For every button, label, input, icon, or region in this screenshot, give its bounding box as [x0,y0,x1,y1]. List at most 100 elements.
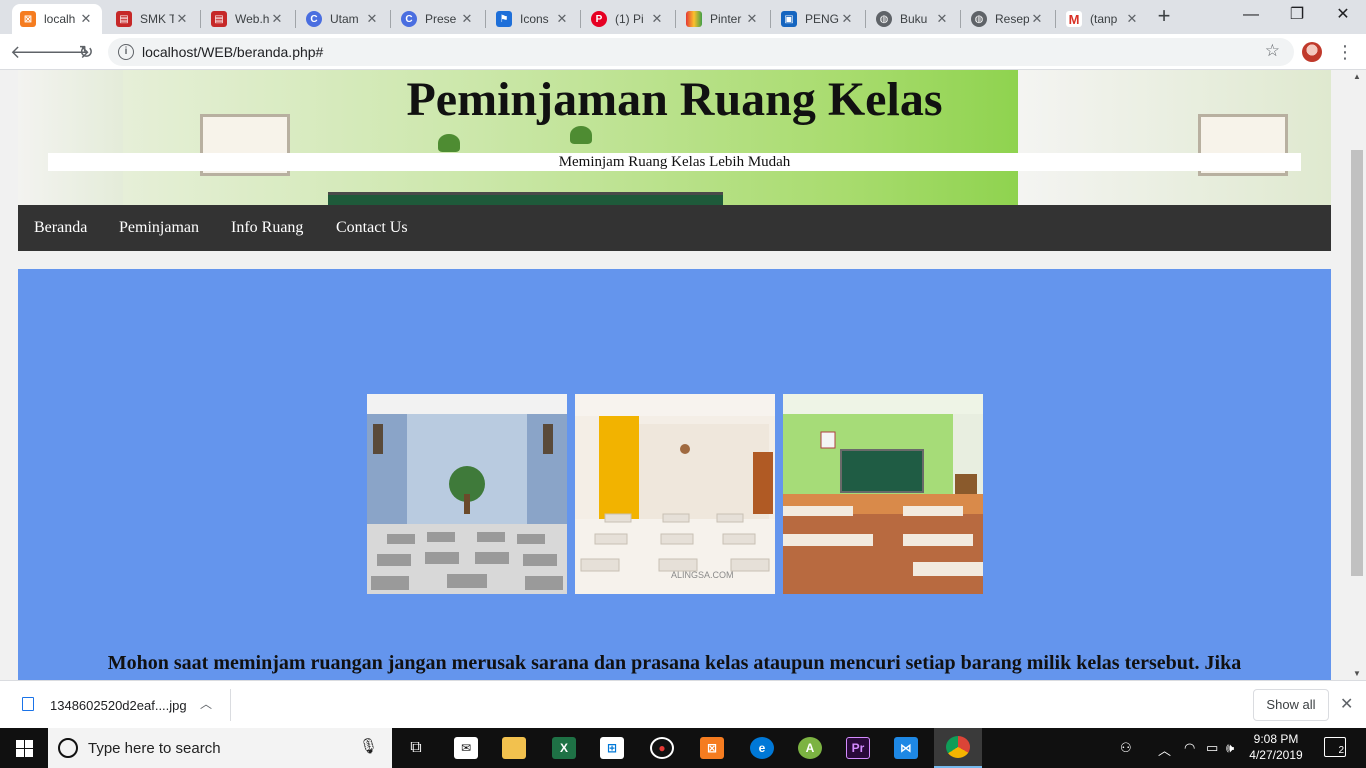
flag-favicon-icon: ⚑ [496,11,512,27]
close-tab-icon[interactable]: ✕ [78,11,94,27]
minimize-button[interactable]: — [1228,0,1274,30]
info-icon[interactable]: i [118,44,134,60]
chalkboard-image [328,192,723,205]
close-tab-icon[interactable]: ✕ [1029,11,1045,27]
chevron-up-icon[interactable]: ︿ [1158,740,1171,759]
tab-smk[interactable]: ▤ SMK T ✕ [108,4,198,34]
clock-time: 9:08 PM [1253,732,1299,746]
task-view-icon[interactable]: ⧉ [392,728,440,768]
chevron-up-icon[interactable]: ︿ [200,695,212,712]
tab-title: Resep [995,12,1029,26]
pinterest-favicon-icon: P [591,11,607,27]
tab-title: Utam [330,12,359,26]
close-tab-icon[interactable]: ✕ [934,11,950,27]
mail-icon[interactable]: ✉ [442,728,490,768]
tab-title: localh [44,12,76,26]
nav-peminjaman[interactable]: Peminjaman [119,205,199,251]
tab-web[interactable]: ▤ Web.h ✕ [203,4,293,34]
image-file-icon [22,697,34,711]
premiere-icon[interactable]: Pr [834,728,882,768]
close-tab-icon[interactable]: ✕ [744,11,760,27]
forward-button[interactable]: 🡒 [42,40,90,64]
close-tab-icon[interactable]: ✕ [649,11,665,27]
tab-title: (tanp [1090,12,1118,26]
close-window-button[interactable]: ✕ [1320,0,1366,30]
store-icon[interactable]: ⊞ [588,728,636,768]
tab-gmail[interactable]: M (tanp ✕ [1058,4,1148,34]
new-tab-button[interactable]: + [1152,4,1176,28]
close-tab-icon[interactable]: ✕ [554,11,570,27]
globe-favicon-icon: ◍ [876,11,892,27]
tab-title: (1) Pi [615,12,644,26]
close-icon[interactable]: ✕ [1340,694,1353,714]
vscode-icon[interactable]: ⋈ [882,728,930,768]
tab-utama[interactable]: C Utam ✕ [298,4,388,34]
gift-favicon-icon: ▤ [211,11,227,27]
restore-button[interactable]: ❐ [1274,0,1320,30]
edge-icon[interactable]: e [738,728,786,768]
profile-avatar[interactable] [1302,42,1322,62]
photo-watermark: ALINGSA.COM [671,570,734,580]
download-filename[interactable]: 1348602520d2eaf....jpg [50,698,187,713]
classroom-photo-2: ALINGSA.COM [575,394,775,594]
tab-pinterest-1[interactable]: P (1) Pi ✕ [583,4,673,34]
tab-localhost[interactable]: ⊠ localh ✕ [12,4,102,34]
taskbar-search[interactable]: Type here to search 🎙 [48,728,392,768]
globe-favicon-icon: ◍ [971,11,987,27]
file-explorer-icon[interactable] [490,728,538,768]
tab-pinterest-2[interactable]: Pinter ✕ [678,4,768,34]
site-title: Peminjaman Ruang Kelas [406,73,943,126]
tab-peng[interactable]: ▣ PENG ✕ [773,4,863,34]
close-tab-icon[interactable]: ✕ [364,11,380,27]
address-bar: 🡐 🡒 ↻ i localhost/WEB/beranda.php# ☆ ⋮ [0,34,1366,70]
omnibox[interactable]: i localhost/WEB/beranda.php# ☆ [108,38,1294,66]
nav-contact-us[interactable]: Contact Us [336,205,408,251]
start-button[interactable] [0,728,48,768]
bookmark-star-icon[interactable]: ☆ [1265,41,1280,61]
show-all-button[interactable]: Show all [1253,689,1329,721]
gmail-favicon-icon: M [1066,11,1082,27]
scroll-up-icon[interactable]: ▲ [1353,72,1361,81]
volume-icon[interactable]: 🕪 [1226,740,1234,756]
android-studio-icon[interactable]: A [786,728,834,768]
nav-beranda[interactable]: Beranda [34,205,87,251]
people-icon[interactable]: ⚇ [1120,740,1132,756]
close-tab-icon[interactable]: ✕ [459,11,475,27]
tab-strip: ⊠ localh ✕ ▤ SMK T ✕ ▤ Web.h ✕ C Utam ✕ … [0,0,1366,34]
page-scrollbar[interactable]: ▲ ▼ [1349,70,1366,680]
url-text[interactable]: localhost/WEB/beranda.php# [142,44,323,60]
system-clock[interactable]: 9:08 PM 4/27/2019 [1240,731,1312,763]
clock-date: 4/27/2019 [1249,748,1303,762]
page-viewport: Peminjaman Ruang Kelas Meminjam Ruang Ke… [0,70,1349,680]
wifi-icon[interactable]: ◠ [1184,740,1195,756]
gift-favicon-icon: ▤ [116,11,132,27]
nav-info-ruang[interactable]: Info Ruang [231,205,303,251]
tab-presentation[interactable]: C Prese ✕ [393,4,483,34]
xampp-favicon-icon: ⊠ [20,11,36,27]
plant-image [438,134,460,152]
microphone-icon[interactable]: 🎙 [359,737,378,755]
back-button[interactable]: 🡐 [10,40,58,64]
action-center-icon[interactable]: 2 [1324,737,1346,757]
chrome-menu-icon[interactable]: ⋮ [1336,40,1354,64]
battery-icon[interactable]: ▭ [1206,740,1218,756]
close-tab-icon[interactable]: ✕ [839,11,855,27]
c-favicon-icon: C [401,11,417,27]
xampp-icon[interactable]: ⊠ [688,728,736,768]
chrome-icon[interactable] [934,728,982,768]
tab-resep[interactable]: ◍ Resep ✕ [963,4,1053,34]
tab-icons[interactable]: ⚑ Icons ✕ [488,4,578,34]
close-tab-icon[interactable]: ✕ [1124,11,1140,27]
reload-button[interactable]: ↻ [74,40,98,64]
scroll-down-icon[interactable]: ▼ [1353,669,1361,678]
tab-buku[interactable]: ◍ Buku ✕ [868,4,958,34]
search-placeholder[interactable]: Type here to search [88,740,221,757]
scroll-thumb[interactable] [1351,150,1363,576]
main-nav: Beranda Peminjaman Info Ruang Contact Us [18,205,1331,251]
close-tab-icon[interactable]: ✕ [174,11,190,27]
excel-icon[interactable]: X [540,728,588,768]
plant-image [570,126,592,144]
record-icon[interactable]: ● [638,728,686,768]
close-tab-icon[interactable]: ✕ [269,11,285,27]
tab-title: SMK T [140,12,174,26]
